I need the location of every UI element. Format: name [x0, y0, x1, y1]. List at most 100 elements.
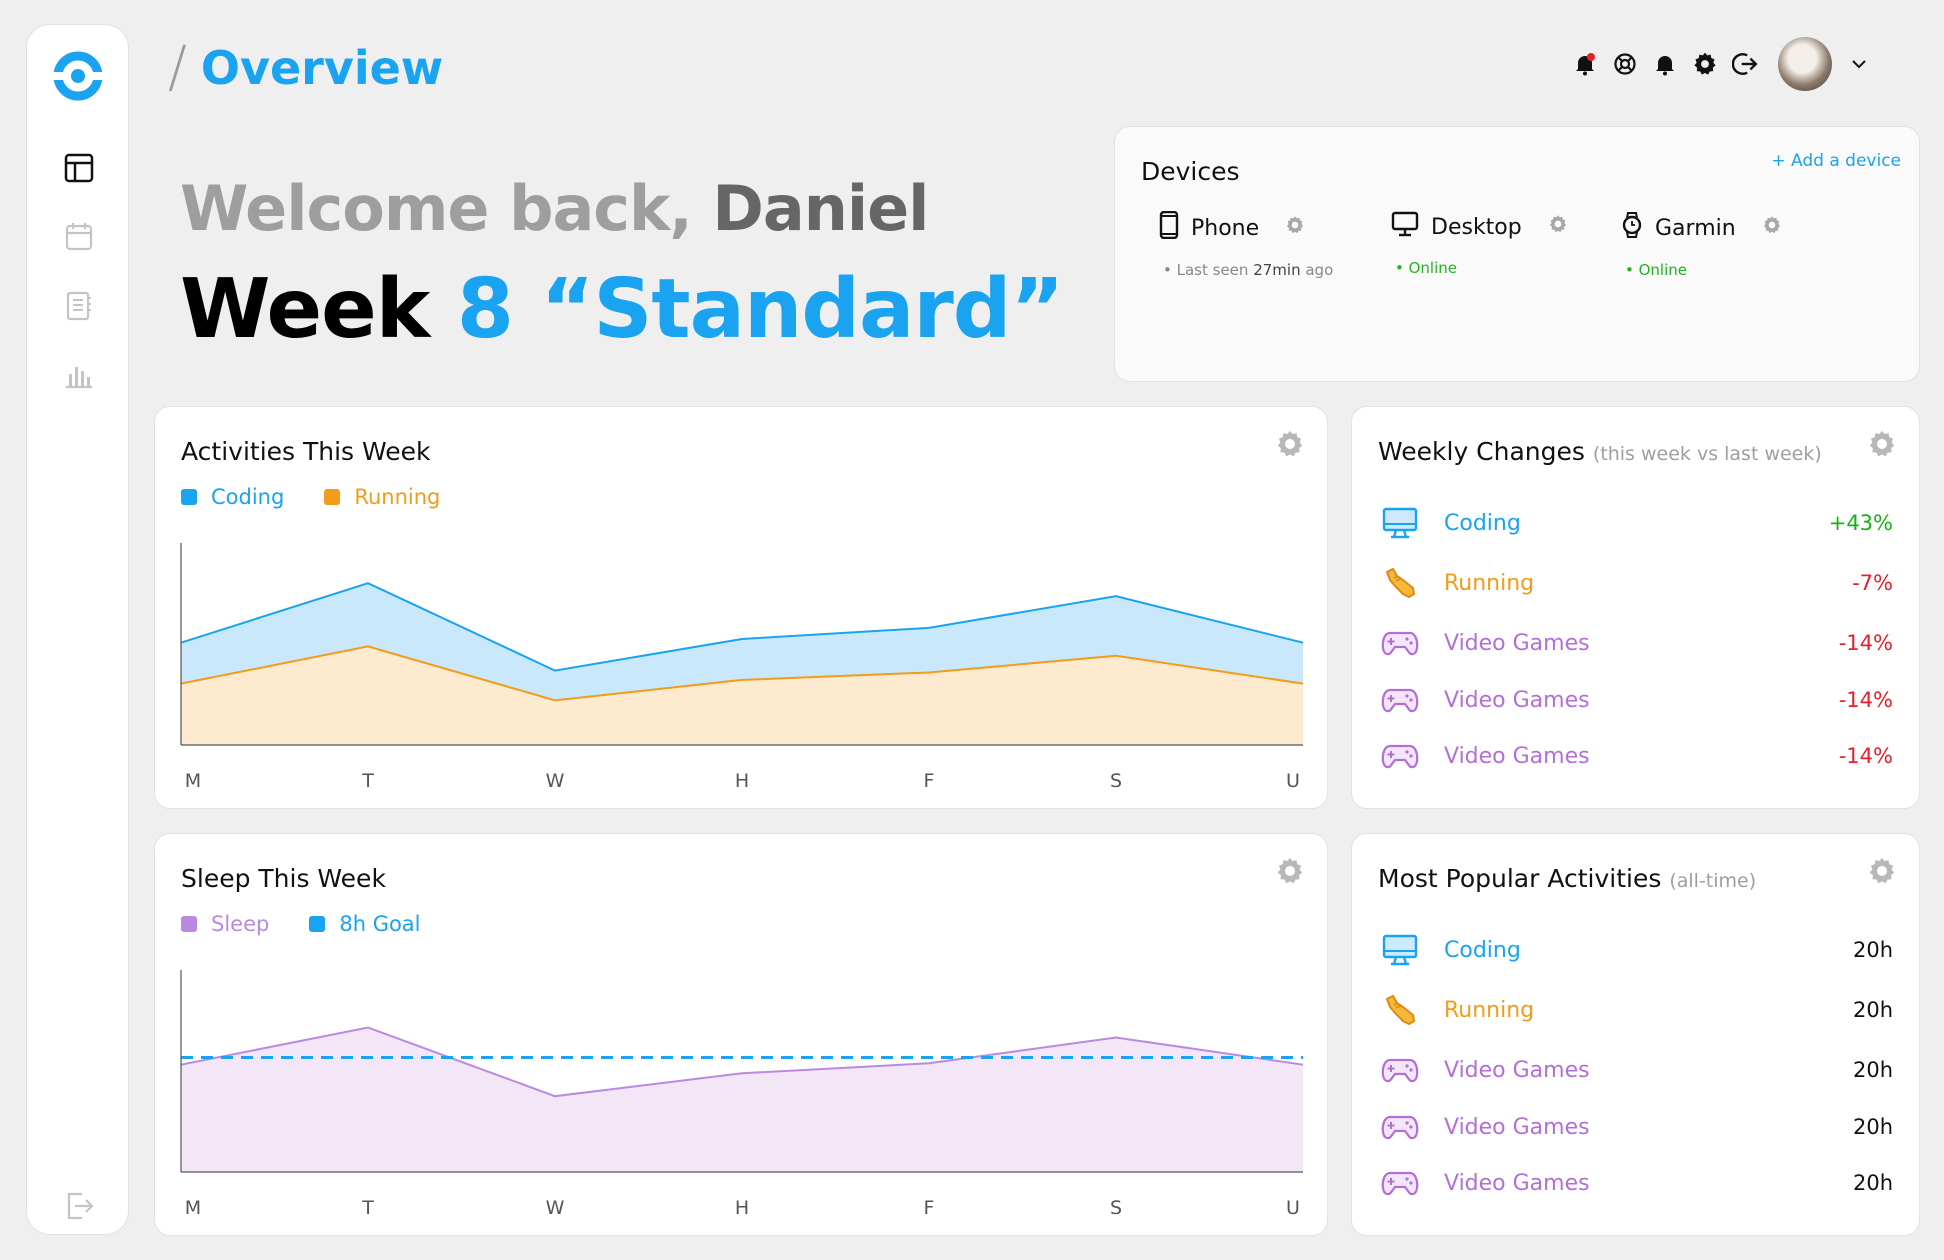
popular-subtitle: (all-time) [1669, 870, 1757, 892]
device-desktop[interactable]: Desktop • Online [1391, 211, 1568, 277]
device-settings-gear-icon[interactable] [1285, 215, 1305, 241]
popular-title: Most Popular Activities (all-time) [1378, 864, 1756, 893]
device-garmin[interactable]: Garmin • Online [1621, 211, 1782, 279]
item-label: Video Games [1444, 1057, 1590, 1083]
monitor-icon [1378, 930, 1422, 970]
item-label: Running [1444, 997, 1535, 1023]
breadcrumb-slash: / [168, 35, 187, 100]
device-settings-gear-icon[interactable] [1762, 215, 1782, 241]
item-value: 20h [1852, 1058, 1893, 1082]
devices-title: Devices [1141, 157, 1240, 186]
item-label: Video Games [1444, 1114, 1590, 1140]
settings-gear-icon[interactable] [1692, 51, 1718, 77]
item-value: 20h [1852, 1115, 1893, 1139]
list-item[interactable]: Coding +43% [1378, 503, 1893, 543]
x-tick-label: W [546, 770, 565, 792]
x-tick-label: F [924, 770, 935, 792]
calendar-icon[interactable] [60, 217, 98, 255]
bell-icon[interactable] [1652, 51, 1678, 77]
week-prefix: Week [180, 262, 430, 357]
sleep-chart: MTWHFSU [180, 970, 1304, 1219]
card-settings-gear-icon[interactable] [1867, 856, 1897, 886]
activities-chart: MTWHFSU [180, 543, 1304, 792]
week-name: 8 “Standard” [456, 262, 1065, 357]
list-item[interactable]: Running 20h [1378, 990, 1893, 1030]
device-status: • Last seen 27min ago [1163, 261, 1333, 279]
user-name: Daniel [712, 172, 929, 245]
list-item[interactable]: Video Games 20h [1378, 1163, 1893, 1203]
x-tick-label: U [1286, 1197, 1300, 1219]
popular-activities-card: Most Popular Activities (all-time) Codin… [1351, 833, 1920, 1236]
running-shoe-icon [1378, 563, 1422, 603]
item-value: 20h [1852, 998, 1893, 1022]
popular-title-text: Most Popular Activities [1378, 864, 1662, 893]
item-value: 20h [1852, 938, 1893, 962]
card-settings-gear-icon[interactable] [1867, 429, 1897, 459]
welcome-prefix: Welcome back, [180, 172, 693, 245]
item-label: Video Games [1444, 743, 1590, 769]
gamepad-icon [1378, 680, 1422, 720]
x-tick-label: F [924, 1197, 935, 1219]
dashboard-icon[interactable] [60, 149, 98, 187]
weekly-changes-subtitle: (this week vs last week) [1592, 443, 1822, 465]
sidebar [26, 24, 129, 1235]
item-label: Video Games [1444, 1170, 1590, 1196]
gamepad-icon [1378, 736, 1422, 776]
sign-out-icon[interactable] [1732, 51, 1758, 77]
notification-alert-icon[interactable] [1572, 51, 1598, 77]
activities-card: Activities This Week Coding Running MTWH… [154, 406, 1328, 809]
top-toolbar [1572, 32, 1872, 96]
device-name: Garmin [1655, 215, 1736, 241]
help-lifebuoy-icon[interactable] [1612, 51, 1638, 77]
device-settings-gear-icon[interactable] [1548, 214, 1568, 240]
item-label: Coding [1444, 937, 1521, 963]
x-tick-label: T [361, 1197, 374, 1219]
device-status: • Online [1395, 259, 1457, 277]
page-title: Overview [200, 41, 444, 95]
gamepad-icon [1378, 623, 1422, 663]
item-value: -7% [1852, 571, 1893, 595]
devices-card: Devices + Add a device Phone • Last seen… [1114, 126, 1920, 382]
item-value: -14% [1838, 688, 1893, 712]
welcome-heading: Welcome back, Daniel [180, 172, 929, 245]
gamepad-icon [1378, 1050, 1422, 1090]
chevron-down-icon[interactable] [1846, 51, 1872, 77]
list-item[interactable]: Video Games -14% [1378, 736, 1893, 776]
list-item[interactable]: Video Games -14% [1378, 680, 1893, 720]
sleep-card: Sleep This Week Sleep 8h Goal MTWHFSU [154, 833, 1328, 1236]
gamepad-icon [1378, 1163, 1422, 1203]
device-status: • Online [1625, 261, 1687, 279]
running-shoe-icon [1378, 990, 1422, 1030]
notes-icon[interactable] [60, 287, 98, 325]
item-label: Running [1444, 570, 1535, 596]
app-logo[interactable] [51, 49, 105, 103]
user-avatar[interactable] [1778, 37, 1832, 91]
list-item[interactable]: Video Games 20h [1378, 1107, 1893, 1147]
weekly-changes-title-text: Weekly Changes [1378, 437, 1585, 466]
device-phone[interactable]: Phone • Last seen 27min ago [1159, 210, 1333, 279]
list-item[interactable]: Coding 20h [1378, 930, 1893, 970]
item-label: Video Games [1444, 630, 1590, 656]
list-item[interactable]: Running -7% [1378, 563, 1893, 603]
weekly-changes-title: Weekly Changes (this week vs last week) [1378, 437, 1822, 466]
list-item[interactable]: Video Games -14% [1378, 623, 1893, 663]
x-tick-label: H [735, 770, 749, 792]
x-tick-label: S [1110, 770, 1122, 792]
x-tick-label: H [735, 1197, 749, 1219]
phone-icon [1159, 210, 1179, 245]
add-device-link[interactable]: + Add a device [1771, 151, 1901, 171]
item-value: 20h [1852, 1171, 1893, 1195]
stats-icon[interactable] [60, 355, 98, 393]
item-value: +43% [1828, 511, 1893, 535]
logout-icon[interactable] [60, 1187, 98, 1225]
x-tick-label: U [1286, 770, 1300, 792]
week-heading: Week 8 “Standard” [180, 262, 1065, 357]
item-value: -14% [1838, 631, 1893, 655]
series-area-sleep [181, 1027, 1303, 1172]
device-status-prefix: • Last seen [1163, 261, 1249, 279]
device-status-time: 27min [1253, 261, 1301, 279]
watch-icon [1621, 211, 1643, 245]
list-item[interactable]: Video Games 20h [1378, 1050, 1893, 1090]
item-label: Coding [1444, 510, 1521, 536]
x-tick-label: M [185, 1197, 201, 1219]
